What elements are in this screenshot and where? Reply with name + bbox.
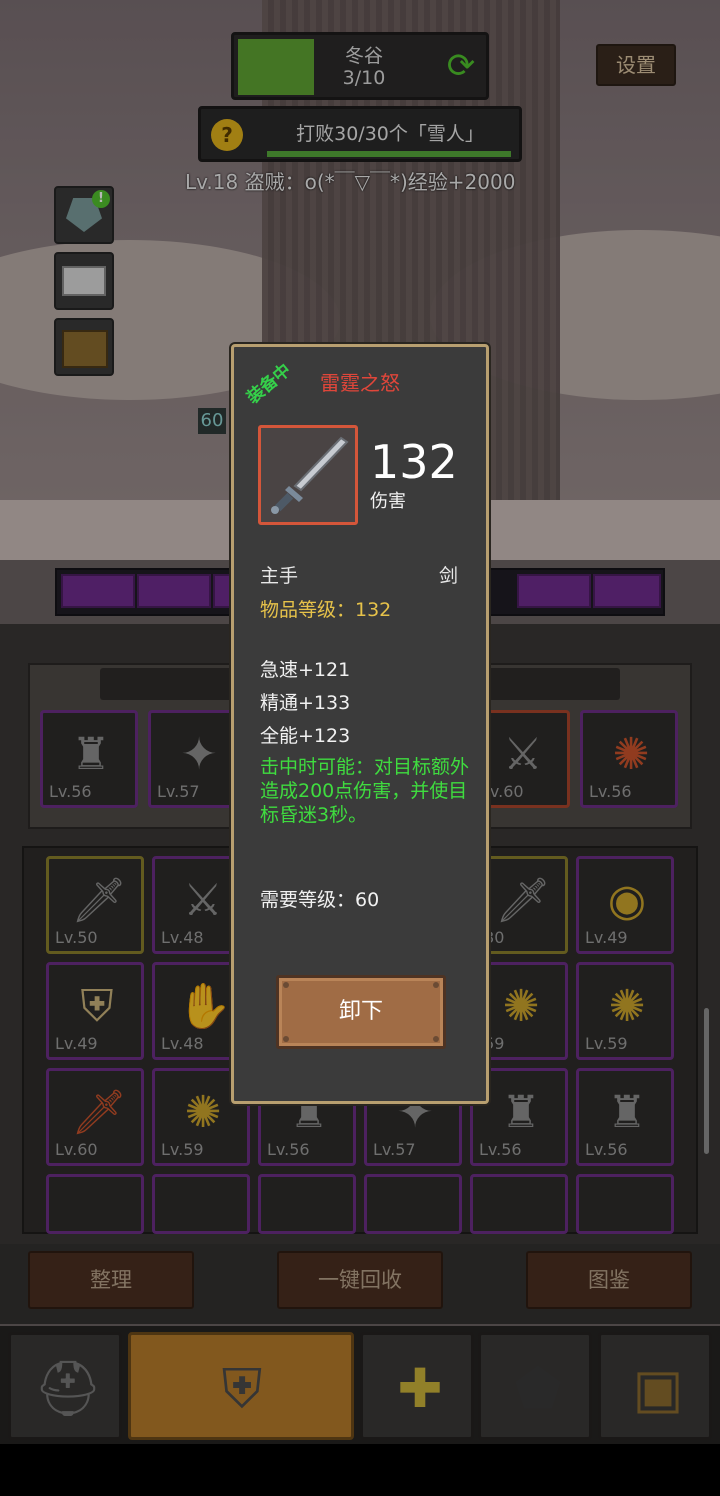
- nail-icon: [433, 1036, 439, 1042]
- damage-value: 132: [370, 435, 458, 489]
- stat-mastery: 精通+133: [260, 692, 351, 714]
- nail-icon: [283, 982, 289, 988]
- item-name: 雷霆之怒: [320, 371, 400, 395]
- item-level-text: 物品等级：132: [260, 599, 392, 621]
- equip-slot-text: 主手: [260, 565, 299, 587]
- damage-label: 伤害: [370, 491, 406, 512]
- proc-effect-text: 击中时可能：对目标额外造成200点伤害，并使目标昏迷3秒。: [260, 756, 470, 826]
- stat-haste: 急速+121: [260, 659, 351, 681]
- item-icon-frame: [258, 425, 358, 525]
- system-nav-bar: [0, 1444, 720, 1496]
- unequip-button[interactable]: 卸下: [276, 975, 446, 1049]
- required-level-text: 需要等级：60: [260, 889, 380, 911]
- unequip-label: 卸下: [338, 999, 383, 1024]
- sword-icon: [271, 436, 349, 514]
- game-screen: 冬谷 3/10 ⟳ 设置 ? 打败30/30个「雪人」 Lv.18 盗贼：o(*…: [0, 0, 720, 1496]
- item-tooltip: 装备中 雷霆之怒 132 伤害 主手 剑 物品等级：132 急速+121 精通+…: [231, 344, 489, 1104]
- nail-icon: [433, 982, 439, 988]
- nail-icon: [283, 1036, 289, 1042]
- stat-versatility: 全能+123: [260, 725, 351, 747]
- weapon-type-text: 剑: [438, 565, 458, 587]
